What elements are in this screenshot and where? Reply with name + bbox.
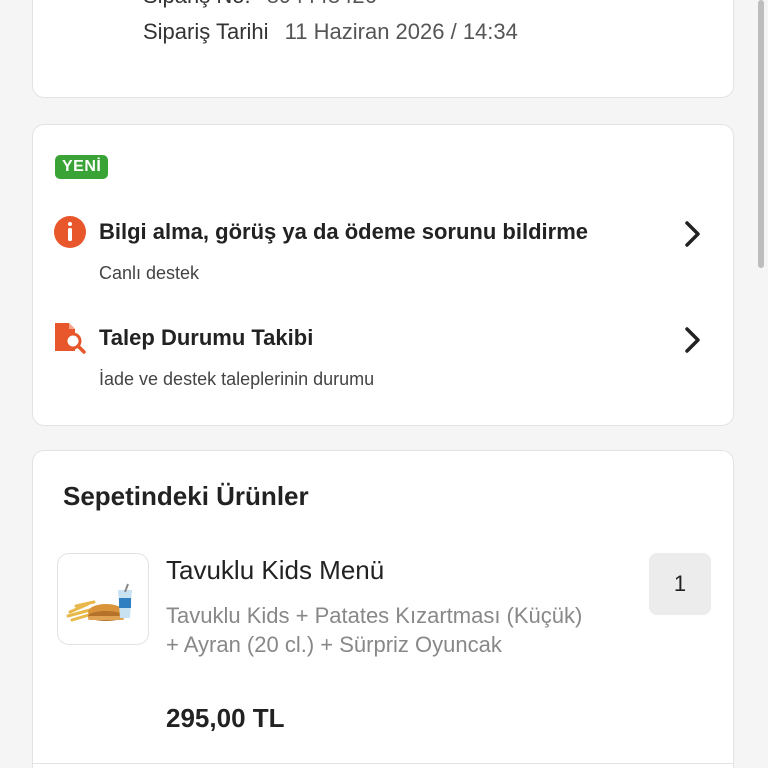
- quantity-box[interactable]: 1: [649, 553, 711, 615]
- support-item-title: Bilgi alma, görüş ya da ödeme sorunu bil…: [99, 219, 588, 244]
- order-date-value: 11 Haziran 2026 / 14:34: [284, 19, 518, 44]
- new-badge: YENİ: [55, 155, 109, 179]
- support-item-subtitle: Canlı destek: [99, 263, 200, 283]
- product-price: 295,00 TL: [166, 703, 285, 733]
- document-search-icon: [55, 323, 86, 354]
- support-item-request-tracking[interactable]: Talep Durumu Takibi İade ve destek talep…: [33, 317, 733, 397]
- support-card: YENİ Bilgi alma, görüş ya da ödeme sorun…: [32, 124, 734, 426]
- divider: [33, 763, 733, 764]
- support-item-live-support[interactable]: Bilgi alma, görüş ya da ödeme sorunu bil…: [33, 211, 733, 291]
- chevron-right-icon: [685, 327, 700, 353]
- scrollbar[interactable]: [758, 0, 764, 268]
- page: Sipariş No: 894448426 Sipariş Tarihi 11 …: [0, 0, 768, 768]
- info-icon: [54, 216, 86, 248]
- order-date-row: Sipariş Tarihi 11 Haziran 2026 / 14:34: [143, 19, 518, 45]
- order-number-value: 894448426: [267, 0, 377, 8]
- order-number-row: Sipariş No: 894448426: [143, 0, 377, 9]
- product-description: Tavuklu Kids + Patates Kızartması (Küçük…: [166, 603, 583, 657]
- support-item-subtitle: İade ve destek taleplerinin durumu: [99, 369, 375, 389]
- order-info-card: Sipariş No: 894448426 Sipariş Tarihi 11 …: [32, 0, 734, 98]
- support-item-title: Talep Durumu Takibi: [99, 325, 314, 350]
- order-number-label: Sipariş No:: [143, 0, 251, 8]
- chevron-right-icon: [685, 221, 700, 247]
- basket-card: Sepetindeki Ürünler Tavuklu Kids Menü Ta…: [32, 450, 734, 768]
- kids-menu-image: [66, 583, 132, 622]
- product-image[interactable]: [57, 553, 149, 645]
- product-name: Tavuklu Kids Menü: [166, 555, 385, 585]
- basket-title: Sepetindeki Ürünler: [63, 481, 309, 511]
- order-date-label: Sipariş Tarihi: [143, 19, 269, 44]
